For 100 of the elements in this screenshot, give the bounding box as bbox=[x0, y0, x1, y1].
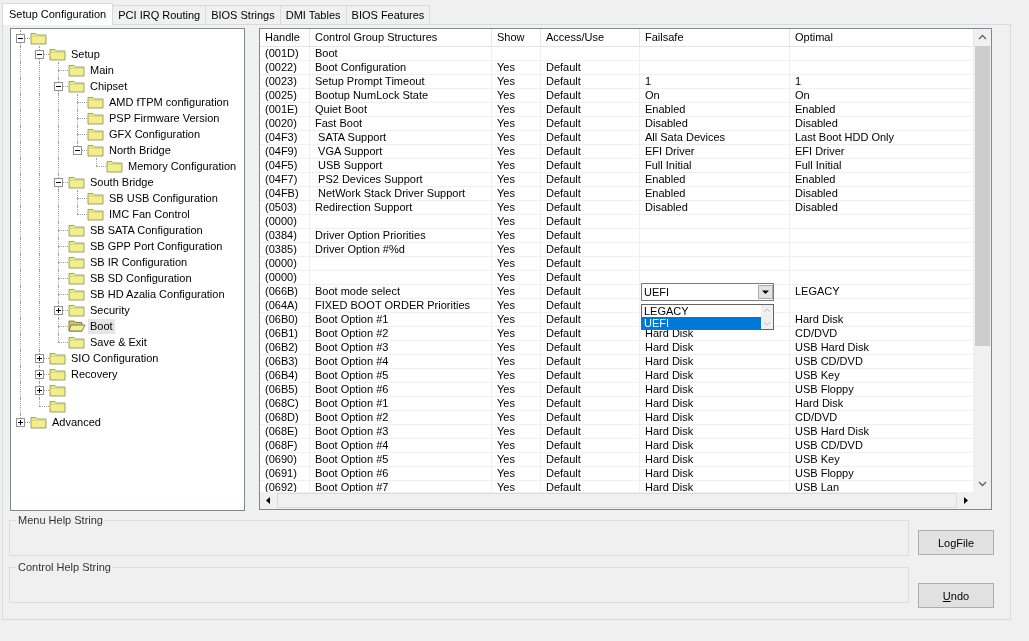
tab[interactable]: PCI IRQ Routing bbox=[112, 5, 207, 24]
tree-item-label[interactable]: GFX Configuration bbox=[107, 126, 203, 142]
table-cell-text: Default bbox=[546, 285, 582, 298]
column-header[interactable]: Control Group Structures bbox=[310, 29, 492, 46]
expand-icon[interactable] bbox=[35, 370, 44, 379]
table-cell-text: Yes bbox=[497, 271, 516, 284]
tree-item-label[interactable]: South Bridge bbox=[88, 174, 156, 190]
table-cell-text: Default bbox=[546, 201, 582, 214]
table-cell-text: (001E) bbox=[265, 103, 300, 116]
table-cell-text: Default bbox=[546, 103, 582, 116]
tree-item-label[interactable]: SB SD Configuration bbox=[88, 270, 194, 286]
tree-item-label[interactable]: Save & Exit bbox=[88, 334, 149, 350]
table-cell-text: Yes bbox=[497, 285, 516, 298]
table-cell-text: USB Lan bbox=[795, 481, 841, 492]
table-cell-text: Driver Option Priorities bbox=[315, 229, 427, 242]
table-cell-text: Default bbox=[546, 411, 582, 424]
table-cell-text: Hard Disk bbox=[795, 397, 845, 410]
column-header[interactable]: Failsafe bbox=[640, 29, 790, 46]
table-cell-text: Default bbox=[546, 425, 582, 438]
table-cell-text: Hard Disk bbox=[645, 369, 695, 382]
table-cell-text: Default bbox=[546, 145, 582, 158]
tree-item-label[interactable]: Setup bbox=[69, 46, 102, 62]
table-cell-text: Disabled bbox=[795, 117, 839, 130]
table-cell-text: Boot Option #3 bbox=[315, 425, 390, 438]
table-cell-text: USB Support bbox=[317, 159, 384, 172]
tree-item-label[interactable]: Boot bbox=[88, 318, 115, 334]
table-cell-text: Yes bbox=[497, 383, 516, 396]
scroll-thumb[interactable] bbox=[975, 46, 990, 346]
collapse-icon[interactable] bbox=[54, 82, 63, 91]
expand-icon[interactable] bbox=[16, 418, 25, 427]
tree-item-label[interactable]: SB HD Azalia Configuration bbox=[88, 286, 227, 302]
scroll-thumb[interactable] bbox=[277, 493, 957, 508]
folder-icon bbox=[87, 95, 105, 109]
table-cell-text: Last Boot HDD Only bbox=[795, 131, 896, 144]
table-cell-text: Quiet Boot bbox=[315, 103, 368, 116]
dropdown[interactable]: UEFI bbox=[641, 283, 774, 301]
collapse-icon[interactable] bbox=[54, 178, 63, 187]
vertical-scrollbar[interactable] bbox=[974, 29, 991, 492]
tree-item-label[interactable]: Main bbox=[88, 62, 116, 78]
table-cell-text: (04FB) bbox=[265, 187, 300, 200]
table-cell-text: (0691) bbox=[265, 467, 298, 480]
table-cell-text: Hard Disk bbox=[645, 355, 695, 368]
group-title: Control Help String bbox=[17, 561, 112, 574]
tree-item-label[interactable]: Security bbox=[88, 302, 132, 318]
expand-icon[interactable] bbox=[54, 306, 63, 315]
table-cell-text: Default bbox=[546, 397, 582, 410]
column-header[interactable]: Show bbox=[492, 29, 541, 46]
table-cell-text: EFI Driver bbox=[795, 145, 846, 158]
table-cell-text: Yes bbox=[497, 215, 516, 228]
table-cell-text: Hard Disk bbox=[645, 411, 695, 424]
tab[interactable]: BIOS Strings bbox=[205, 5, 281, 24]
table-cell-text: Boot bbox=[315, 47, 339, 60]
table-cell-text: Redirection Support bbox=[315, 201, 414, 214]
table-cell-text: Default bbox=[546, 257, 582, 270]
tree-item-label[interactable]: Advanced bbox=[50, 414, 103, 430]
collapse-icon[interactable] bbox=[73, 146, 82, 155]
folder-icon bbox=[68, 223, 86, 237]
table-cell-text: Yes bbox=[497, 313, 516, 326]
table-cell-text: Enabled bbox=[795, 173, 837, 186]
collapse-icon[interactable] bbox=[35, 50, 44, 59]
table-cell-text: 1 bbox=[645, 75, 653, 88]
table-cell-text: Yes bbox=[497, 411, 516, 424]
tree-item-label[interactable]: Chipset bbox=[88, 78, 130, 94]
expand-icon[interactable] bbox=[35, 386, 44, 395]
tree-item-label[interactable]: SB GPP Port Configuration bbox=[88, 238, 225, 254]
tab[interactable]: BIOS Features bbox=[345, 5, 431, 24]
tree-item-label[interactable]: SB USB Configuration bbox=[107, 190, 220, 206]
dropdown-option[interactable]: LEGACY bbox=[642, 305, 761, 317]
table-cell-text: Boot Option #4 bbox=[315, 355, 390, 368]
collapse-icon[interactable] bbox=[16, 34, 25, 43]
tree-item-label[interactable]: IMC Fan Control bbox=[107, 206, 192, 222]
column-header[interactable]: Access/Use bbox=[541, 29, 640, 46]
button[interactable]: Undo bbox=[918, 583, 994, 608]
table-cell-text: Default bbox=[546, 61, 582, 74]
tree-item-label[interactable]: Recovery bbox=[69, 366, 120, 382]
horizontal-scrollbar[interactable] bbox=[260, 492, 974, 509]
table-cell-text: Boot Option #3 bbox=[315, 341, 390, 354]
tree-item-label[interactable]: SB SATA Configuration bbox=[88, 222, 205, 238]
table-cell-text: Hard Disk bbox=[645, 467, 695, 480]
table-cell-text: VGA Support bbox=[317, 145, 384, 158]
expand-icon[interactable] bbox=[35, 354, 44, 363]
table-cell-text: Hard Disk bbox=[645, 397, 695, 410]
tree-item-label[interactable]: PSP Firmware Version bbox=[107, 110, 222, 126]
tab[interactable]: Setup Configuration bbox=[2, 3, 114, 25]
table-cell-text: EFI Driver bbox=[645, 145, 696, 158]
button[interactable]: LogFile bbox=[918, 530, 994, 555]
tree-item-label[interactable]: AMD fTPM configuration bbox=[107, 94, 231, 110]
column-header[interactable]: Handle bbox=[260, 29, 310, 46]
table-cell-text: Yes bbox=[497, 355, 516, 368]
tree-item-label[interactable]: SB IR Configuration bbox=[88, 254, 190, 270]
tree-item-label[interactable]: North Bridge bbox=[107, 142, 173, 158]
tree-item-label[interactable]: Memory Configuration bbox=[126, 158, 239, 174]
dropdown-option[interactable]: UEFI bbox=[642, 317, 761, 329]
table-cell-text: CD/DVD bbox=[795, 411, 839, 424]
table-cell-text: Default bbox=[546, 229, 582, 242]
table-cell-text: Yes bbox=[497, 425, 516, 438]
table-cell-text: Default bbox=[546, 299, 582, 312]
folder-icon bbox=[49, 47, 67, 61]
tree-item-label[interactable]: SIO Configuration bbox=[69, 350, 161, 366]
table-cell-text: (04F3) bbox=[265, 131, 299, 144]
